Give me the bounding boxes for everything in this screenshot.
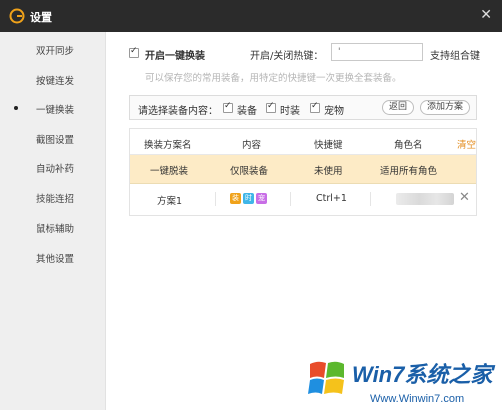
plan-name: 一键脱装 xyxy=(150,166,189,177)
plan-shortcut: 未使用 xyxy=(314,166,343,177)
equip-checkbox[interactable] xyxy=(223,101,233,113)
sidebar-item-other[interactable]: 其他设置 xyxy=(0,246,106,268)
sidebar-item-key-repeat[interactable]: 按键连发 xyxy=(0,68,106,90)
sidebar-item-label: 截图设置 xyxy=(36,135,75,146)
plan-table: 换装方案名 内容 快捷键 角色名 清空 一键脱装 仅限装备 未使用 适用所有角色… xyxy=(129,128,477,216)
sidebar-item-label: 鼠标辅助 xyxy=(36,224,75,235)
fashion-option-label: 时装 xyxy=(280,106,300,117)
sidebar-item-mouse-assist[interactable]: 鼠标辅助 xyxy=(0,216,106,238)
pet-checkbox[interactable] xyxy=(310,101,320,113)
active-indicator-icon xyxy=(14,106,18,110)
column-divider xyxy=(290,192,291,206)
close-icon[interactable]: ✕ xyxy=(480,7,492,23)
plan-role: 适用所有角色 xyxy=(380,166,438,177)
column-header-plan-name: 换装方案名 xyxy=(144,140,192,151)
plan-content: 仅限装备 xyxy=(230,166,269,177)
sidebar-item-label: 按键连发 xyxy=(36,76,75,87)
column-header-role: 角色名 xyxy=(394,140,423,151)
hotkey-label: 开启/关闭热键： xyxy=(250,51,324,62)
column-header-shortcut: 快捷键 xyxy=(314,140,343,151)
pet-option-label: 宠物 xyxy=(324,106,344,117)
sidebar-item-one-key-switch[interactable]: 一键换装 xyxy=(0,97,106,119)
sidebar-item-auto-potion[interactable]: 自动补药 xyxy=(0,156,106,178)
fashion-checkbox[interactable] xyxy=(266,101,276,113)
equip-option-label: 装备 xyxy=(237,106,257,117)
title-bar: 设置 ✕ xyxy=(0,0,502,32)
back-button[interactable]: 返回 xyxy=(382,100,414,115)
svg-text:Www.Winwin7.com: Www.Winwin7.com xyxy=(370,393,464,405)
plan-shortcut: Ctrl+1 xyxy=(316,193,347,204)
fashion-tag-icon: 时 xyxy=(243,193,254,204)
sidebar-item-label: 自动补药 xyxy=(36,164,75,175)
clear-link[interactable]: 清空 xyxy=(457,137,476,151)
app-logo-icon xyxy=(9,8,25,24)
sidebar-item-label: 其他设置 xyxy=(36,254,75,265)
sidebar-item-dual-open-sync[interactable]: 双开同步 xyxy=(0,38,106,60)
table-header: 换装方案名 内容 快捷键 角色名 清空 xyxy=(130,129,476,155)
settings-sidebar: 双开同步 按键连发 一键换装 截图设置 自动补药 技能连招 鼠标辅助 其他设置 xyxy=(0,32,106,410)
combo-hint: 支持组合键 xyxy=(430,51,480,62)
column-divider xyxy=(215,192,216,206)
table-row[interactable]: 方案1 装 时 宠 Ctrl+1 ✕ xyxy=(130,185,476,214)
feature-description: 可以保存您的常用装备，用特定的快捷键一次更换全套装备。 xyxy=(145,73,402,84)
hotkey-input[interactable]: ' xyxy=(331,43,423,61)
plan-name: 方案1 xyxy=(157,196,183,207)
sidebar-item-label: 技能连招 xyxy=(36,194,75,205)
sidebar-item-label: 双开同步 xyxy=(36,46,75,57)
selector-prompt: 请选择装备内容： xyxy=(138,106,218,117)
equipment-selector: 请选择装备内容： 装备 时装 宠物 返回 添加方案 xyxy=(129,95,477,120)
pet-tag-icon: 宠 xyxy=(256,193,267,204)
column-divider xyxy=(370,192,371,206)
sidebar-item-screenshot[interactable]: 截图设置 xyxy=(0,127,106,149)
enable-label: 开启一键换装 xyxy=(145,51,205,62)
enable-checkbox[interactable] xyxy=(129,46,139,58)
window-title: 设置 xyxy=(30,11,52,24)
add-plan-button[interactable]: 添加方案 xyxy=(420,100,470,115)
svg-text:Win7系统之家: Win7系统之家 xyxy=(352,362,495,387)
equip-tag-icon: 装 xyxy=(230,193,241,204)
site-watermark-logo: Win7系统之家 Www.Winwin7.com xyxy=(308,361,495,405)
role-name-redacted xyxy=(396,193,454,205)
table-row[interactable]: 一键脱装 仅限装备 未使用 适用所有角色 xyxy=(130,155,476,184)
delete-plan-icon[interactable]: ✕ xyxy=(459,190,470,205)
sidebar-item-skill-combo[interactable]: 技能连招 xyxy=(0,186,106,208)
enable-row: 开启一键换装 开启/关闭热键： ' 支持组合键 xyxy=(107,42,497,64)
column-header-content: 内容 xyxy=(242,140,262,151)
sidebar-item-label: 一键换装 xyxy=(36,105,75,116)
